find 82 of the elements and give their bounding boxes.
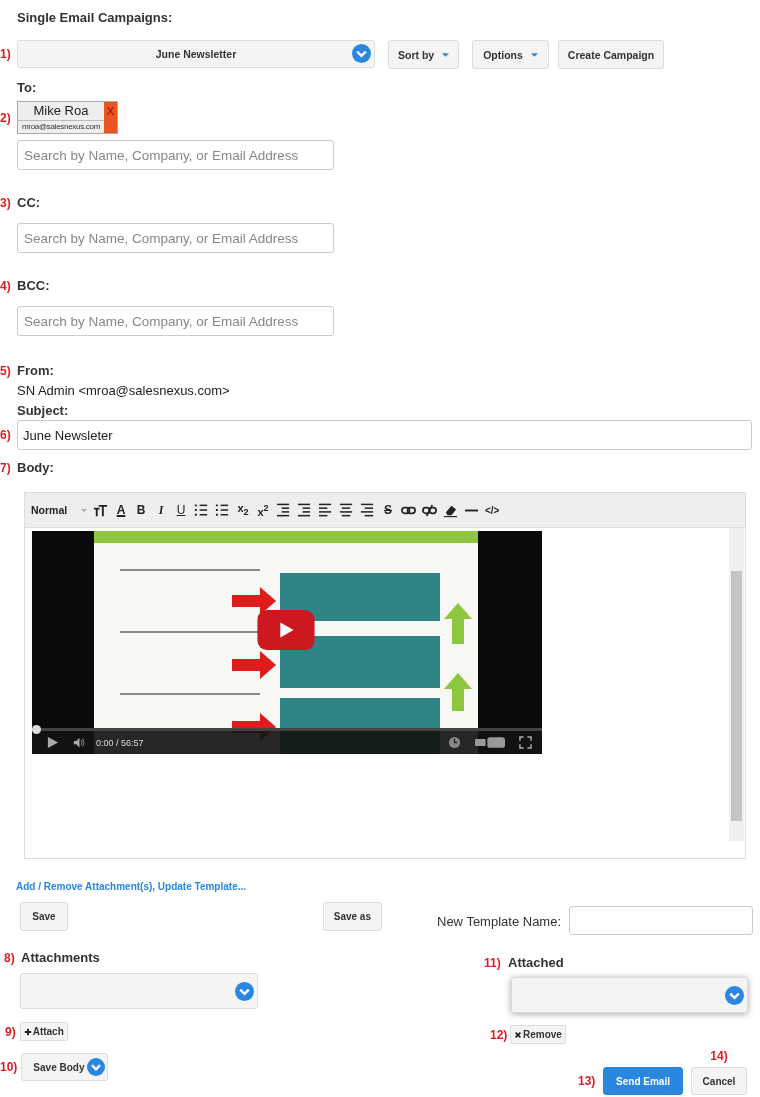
player-logo-icon[interactable] — [475, 736, 505, 749]
step-number: 11) — [484, 955, 502, 970]
remove-button[interactable]: Remove — [510, 1025, 566, 1044]
ordered-list-icon[interactable] — [194, 502, 209, 518]
chevron-down-icon — [235, 981, 254, 1001]
format-button[interactable]: S — [381, 503, 395, 517]
search-field[interactable]: Search by Name, Company, or Email Address — [17, 306, 334, 336]
format-dropdown[interactable]: Normal — [31, 504, 87, 516]
caret-icon — [442, 52, 450, 57]
step-number: 14) — [710, 1049, 728, 1063]
outdent-icon[interactable] — [276, 502, 291, 518]
save-as-button[interactable]: Save as — [322, 902, 382, 931]
field-label: From: — [17, 363, 54, 378]
close-icon — [514, 1030, 522, 1039]
toolbar-button[interactable]: Sort by — [388, 40, 460, 69]
format-button[interactable]: x$^{2}$ — [256, 502, 270, 518]
format-button[interactable]: x$_{2}$ — [236, 502, 250, 518]
save-body-button[interactable]: Save Body — [21, 1053, 109, 1081]
font-size-icon[interactable] — [93, 502, 108, 518]
toolbar-button[interactable]: Options — [472, 40, 549, 69]
format-button[interactable]: I — [154, 502, 168, 518]
progress-handle[interactable] — [32, 725, 41, 734]
field-label: New Template Name: — [437, 914, 562, 929]
chevron-down-icon — [87, 1058, 106, 1076]
step-number: 6) — [0, 428, 12, 442]
caret-icon — [81, 508, 87, 512]
scrollbar[interactable] — [729, 528, 744, 841]
align-center-icon[interactable] — [339, 502, 354, 518]
play-button[interactable] — [257, 610, 315, 650]
clock-icon[interactable] — [448, 736, 461, 749]
format-button[interactable]: B — [134, 503, 148, 517]
field-label: BCC: — [17, 278, 50, 293]
search-field[interactable]: Search by Name, Company, or Email Address — [17, 140, 334, 170]
align-right-icon[interactable] — [360, 502, 375, 518]
attachments-select[interactable] — [20, 973, 258, 1009]
section-label: Attached — [508, 955, 564, 970]
format-button[interactable]: U — [174, 503, 188, 517]
search-field[interactable]: Search by Name, Company, or Email Address — [17, 223, 334, 253]
send-email-button[interactable]: Send Email — [603, 1067, 683, 1095]
attached-select[interactable] — [511, 977, 748, 1013]
step-number: 7) — [0, 460, 12, 475]
align-left-icon[interactable] — [318, 502, 333, 518]
field-label: Subject: — [17, 403, 70, 419]
step-number: 1) — [0, 46, 12, 61]
step-number: 5) — [0, 363, 12, 378]
step-number: 10) — [0, 1060, 18, 1074]
chevron-down-icon — [725, 985, 744, 1005]
section-label: Attachments — [21, 950, 100, 965]
field-label: Body: — [17, 460, 54, 475]
play-icon[interactable] — [46, 736, 59, 749]
caret-icon — [530, 52, 538, 57]
progress-track[interactable] — [32, 728, 542, 731]
step-number: 9) — [5, 1024, 16, 1039]
indent-icon[interactable] — [297, 502, 312, 518]
attach-button[interactable]: Attach — [19, 1022, 68, 1041]
field-label: To: — [17, 80, 38, 96]
sender-address: SN Admin <mroa@salesnexus.com> — [17, 383, 231, 398]
subject-field[interactable]: June Newsleter — [17, 420, 752, 450]
step-number: 8) — [4, 950, 16, 965]
save-button[interactable]: Save — [20, 902, 68, 931]
text-color-button[interactable]: A — [114, 503, 128, 517]
field-label: CC: — [17, 195, 41, 210]
step-number: 2) — [0, 110, 12, 125]
bullet-list-icon[interactable] — [215, 502, 230, 518]
step-number: 3) — [0, 195, 12, 210]
step-number: 4) — [0, 278, 12, 293]
fullscreen-icon[interactable] — [519, 736, 532, 749]
chevron-down-icon — [352, 44, 371, 63]
campaign-select[interactable]: June Newsletter — [17, 39, 375, 68]
format-button[interactable]: </> — [485, 504, 500, 516]
recipient-email: mroa@salesnexus.com — [21, 121, 101, 133]
video-time: 0:00 / 56:57 — [96, 737, 144, 748]
section-title: Single Email Campaigns: — [17, 10, 174, 27]
unlink-icon[interactable] — [422, 502, 437, 518]
template-link[interactable]: Add / Remove Attachment(s), Update Template... — [16, 881, 760, 892]
step-number: 13) — [578, 1074, 597, 1088]
template-name-field[interactable] — [569, 906, 754, 935]
plus-icon — [23, 1027, 32, 1036]
cancel-button[interactable]: Cancel — [691, 1067, 747, 1095]
toolbar-button[interactable]: Create Campaign — [557, 40, 665, 69]
volume-icon[interactable] — [73, 736, 86, 749]
step-number: 12) — [490, 1027, 509, 1042]
